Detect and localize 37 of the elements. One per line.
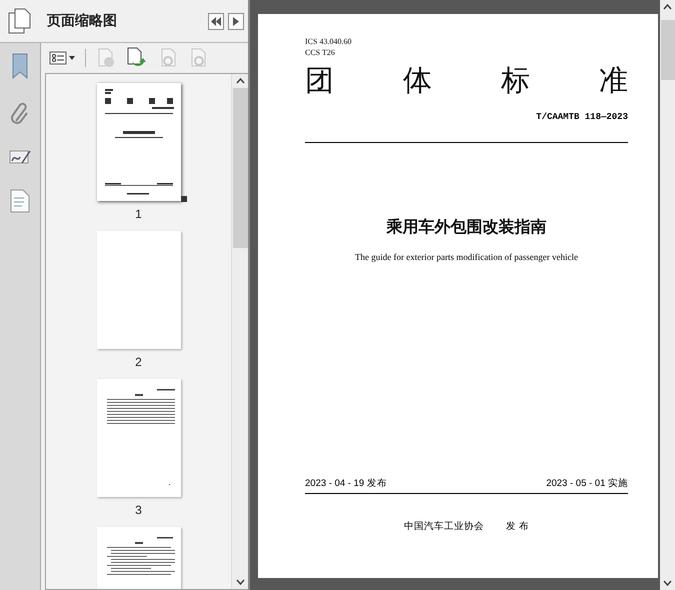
page-thumbnail[interactable]: [96, 231, 180, 349]
collapse-button[interactable]: [208, 12, 224, 30]
caret-icon: [69, 56, 75, 60]
panel-title: 页面缩略图: [47, 12, 118, 30]
ccs-code: CCS T26: [305, 47, 336, 58]
heading-character: 标: [501, 62, 530, 98]
issue-date: 2023 - 04 - 19 发布: [305, 477, 387, 490]
page-thumbnail[interactable]: [96, 379, 180, 497]
publisher: 中国汽车工业协会: [404, 520, 484, 533]
scrollbar-thumb[interactable]: [660, 20, 674, 80]
chevron-down-icon: [663, 580, 672, 586]
standard-number: T/CAAMTB 118—2023: [536, 112, 628, 122]
page-thumbnail[interactable]: [96, 83, 180, 201]
document-subtitle: The guide for exterior parts modification of passenger vehicle: [355, 252, 578, 262]
paperclip-icon[interactable]: [10, 101, 30, 125]
effective-date: 2023 - 05 - 01 实施: [546, 477, 628, 490]
heading-character: 体: [403, 62, 432, 98]
page-number: 3: [135, 503, 142, 517]
right-arrow-icon: [233, 16, 239, 26]
heading-character: 准: [599, 62, 628, 98]
page-number: 2: [135, 355, 142, 369]
publish-label: 发 布: [506, 520, 529, 533]
scrollbar-thumb[interactable]: [232, 88, 248, 248]
bookmark-icon[interactable]: [11, 53, 29, 79]
document-title: 乘用车外包围改装指南: [386, 217, 546, 238]
double-left-arrow-icon: [211, 16, 221, 26]
document-icon[interactable]: [10, 189, 30, 213]
expand-button[interactable]: [228, 12, 244, 30]
ics-code: ICS 43.040.60: [305, 36, 352, 47]
chevron-up-icon: [236, 78, 244, 84]
page-number: 1: [135, 207, 142, 221]
pages-icon: [8, 8, 32, 34]
options-button[interactable]: [49, 51, 75, 65]
insert-page-icon[interactable]: [126, 47, 148, 69]
chevron-down-icon: [236, 579, 244, 585]
chevron-up-icon: [663, 4, 672, 10]
heading-character: 团: [305, 62, 334, 98]
